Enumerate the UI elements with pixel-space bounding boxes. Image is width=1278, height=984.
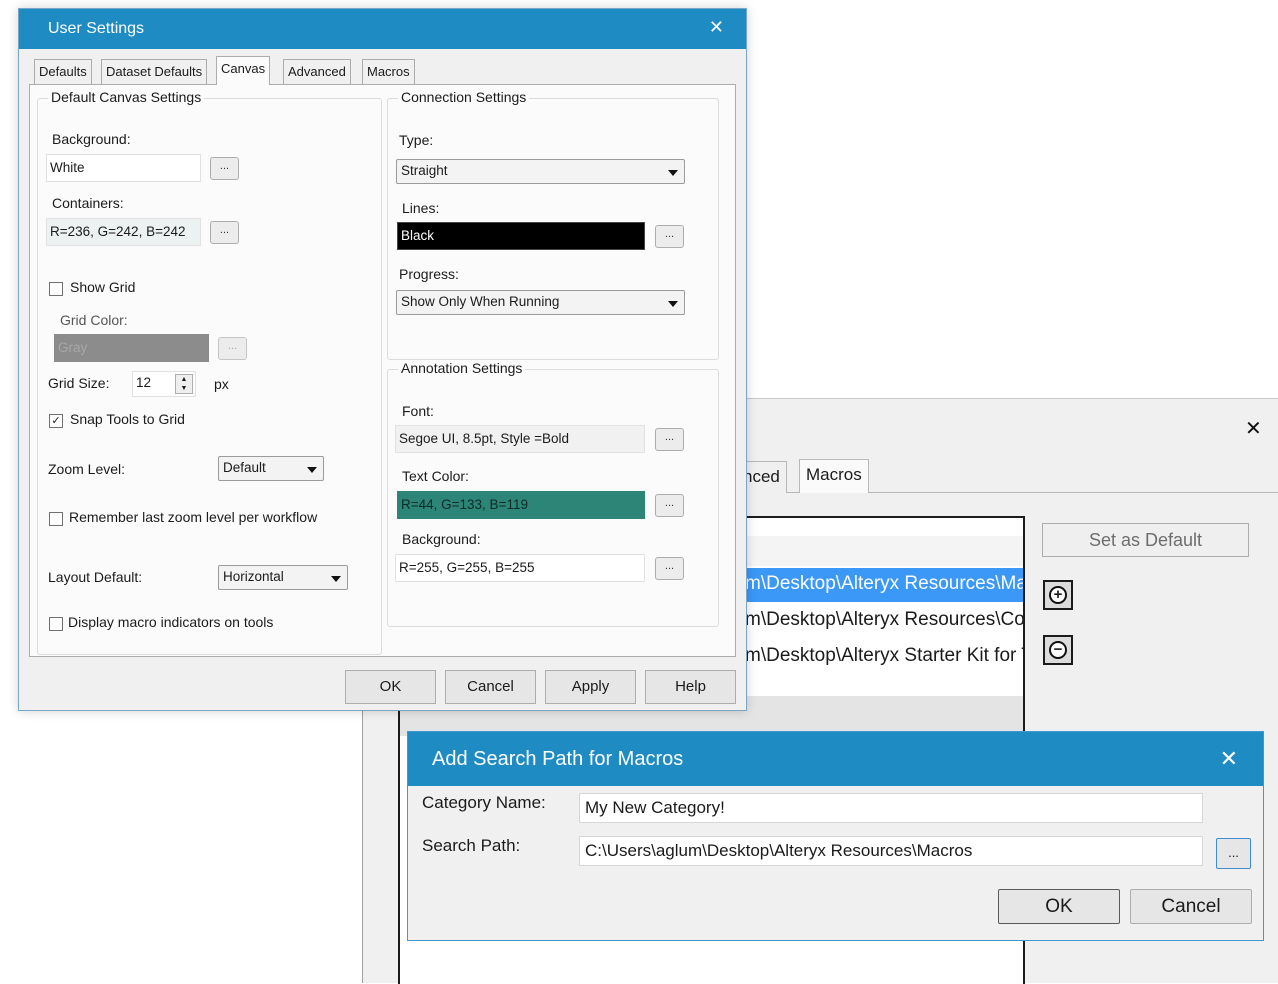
close-icon[interactable]: ✕	[1220, 746, 1238, 772]
remember-zoom-checkbox[interactable]	[49, 512, 63, 526]
user-settings-dialog: User Settings ✕ Defaults Dataset Default…	[18, 8, 747, 711]
macro-indicators-label: Display macro indicators on tools	[68, 614, 274, 630]
cancel-button[interactable]: Cancel	[1130, 889, 1252, 924]
grid-color-label: Grid Color:	[60, 312, 128, 328]
group-title: Default Canvas Settings	[48, 89, 205, 105]
group-title: Annotation Settings	[398, 360, 526, 376]
font-label: Font:	[402, 403, 434, 419]
group-title: Connection Settings	[398, 89, 530, 105]
annotation-background-field[interactable]: R=255, G=255, B=255	[395, 554, 645, 582]
text-color-browse-button[interactable]: ...	[655, 494, 684, 517]
category-name-label: Category Name:	[422, 793, 546, 812]
annotation-background-browse-button[interactable]: ...	[655, 557, 684, 580]
annotation-settings-group: Annotation Settings Font: Segoe UI, 8.5p…	[387, 360, 719, 627]
grid-size-label: Grid Size:	[48, 375, 110, 391]
progress-value: Show Only When Running	[401, 294, 560, 309]
grid-size-value: 12	[136, 375, 152, 390]
add-path-button[interactable]: +	[1043, 580, 1073, 610]
font-field[interactable]: Segoe UI, 8.5pt, Style =Bold	[395, 425, 645, 453]
ok-button[interactable]: OK	[998, 889, 1120, 924]
grid-color-field[interactable]: Gray	[54, 334, 209, 362]
ok-button[interactable]: OK	[345, 670, 436, 704]
remember-zoom-label: Remember last zoom level per workflow	[69, 509, 318, 525]
dialog-title: User Settings	[48, 20, 145, 37]
cancel-button[interactable]: Cancel	[445, 670, 536, 704]
remove-path-button[interactable]: −	[1043, 635, 1073, 665]
dialog-title: Add Search Path for Macros	[432, 748, 684, 770]
connection-type-value: Straight	[401, 163, 448, 178]
macro-indicators-checkbox[interactable]	[49, 617, 63, 631]
title-bar: Add Search Path for Macros ✕	[408, 732, 1263, 786]
zoom-level-value: Default	[223, 460, 266, 475]
set-as-default-button[interactable]: Set as Default	[1042, 523, 1249, 557]
connection-type-select[interactable]: Straight	[396, 159, 685, 184]
lines-color-field[interactable]: Black	[397, 222, 645, 250]
tab-macros[interactable]: Macros	[799, 459, 869, 493]
grid-size-unit: px	[214, 376, 229, 392]
containers-color-field[interactable]: R=236, G=242, B=242	[46, 218, 201, 246]
spin-arrows-icon[interactable]: ▲ ▼	[175, 374, 193, 394]
progress-label: Progress:	[399, 266, 459, 282]
tab-canvas[interactable]: Canvas	[216, 56, 271, 85]
layout-default-label: Layout Default:	[48, 569, 143, 585]
grid-size-stepper[interactable]: 12 ▲ ▼	[132, 371, 196, 397]
grid-color-browse-button[interactable]: ...	[218, 337, 247, 360]
plus-circle-icon: +	[1049, 586, 1067, 604]
background-browse-button[interactable]: ...	[210, 157, 239, 180]
chevron-down-icon	[331, 576, 341, 582]
lines-label: Lines:	[402, 200, 440, 216]
chevron-down-icon	[307, 467, 317, 473]
snap-to-grid-label: Snap Tools to Grid	[70, 411, 185, 427]
tab-defaults[interactable]: Defaults	[34, 59, 92, 84]
default-canvas-group: Default Canvas Settings Background: Whit…	[37, 89, 382, 655]
text-color-label: Text Color:	[402, 468, 469, 484]
zoom-level-label: Zoom Level:	[48, 461, 126, 477]
browse-button[interactable]: ...	[1216, 838, 1251, 869]
type-label: Type:	[399, 132, 434, 148]
category-name-input[interactable]: My New Category!	[579, 793, 1203, 823]
search-path-input[interactable]: C:\Users\aglum\Desktop\Alteryx Resources…	[579, 836, 1203, 866]
add-search-path-dialog: Add Search Path for Macros ✕ Category Na…	[407, 731, 1264, 941]
tab-dataset-defaults[interactable]: Dataset Defaults	[101, 59, 208, 84]
background-color-field[interactable]: White	[46, 154, 201, 182]
chevron-down-icon	[668, 301, 678, 307]
show-grid-checkbox[interactable]	[49, 282, 63, 296]
close-icon[interactable]: ✕	[1245, 416, 1262, 441]
lines-browse-button[interactable]: ...	[655, 225, 684, 248]
search-path-label: Search Path:	[422, 836, 521, 855]
chevron-down-icon	[668, 170, 678, 176]
canvas-tab-panel: Default Canvas Settings Background: Whit…	[29, 84, 736, 657]
snap-to-grid-checkbox[interactable]: ✓	[49, 414, 63, 428]
tab-advanced[interactable]: Advanced	[283, 59, 351, 84]
progress-select[interactable]: Show Only When Running	[396, 290, 685, 315]
title-bar: User Settings ✕	[19, 9, 746, 49]
zoom-level-select[interactable]: Default	[218, 456, 324, 481]
text-color-field[interactable]: R=44, G=133, B=119	[397, 491, 645, 519]
containers-label: Containers:	[52, 195, 124, 211]
apply-button[interactable]: Apply	[545, 670, 636, 704]
containers-browse-button[interactable]: ...	[210, 221, 239, 244]
background-label: Background:	[52, 131, 131, 147]
layout-default-select[interactable]: Horizontal	[218, 565, 348, 590]
help-button[interactable]: Help	[645, 670, 736, 704]
tab-macros[interactable]: Macros	[362, 59, 415, 84]
layout-default-value: Horizontal	[223, 569, 284, 584]
show-grid-label: Show Grid	[70, 279, 136, 295]
minus-circle-icon: −	[1049, 641, 1067, 659]
close-icon[interactable]: ✕	[709, 17, 724, 38]
annotation-background-label: Background:	[402, 531, 481, 547]
connection-settings-group: Connection Settings Type: Straight Lines…	[387, 89, 719, 360]
font-browse-button[interactable]: ...	[655, 428, 684, 451]
